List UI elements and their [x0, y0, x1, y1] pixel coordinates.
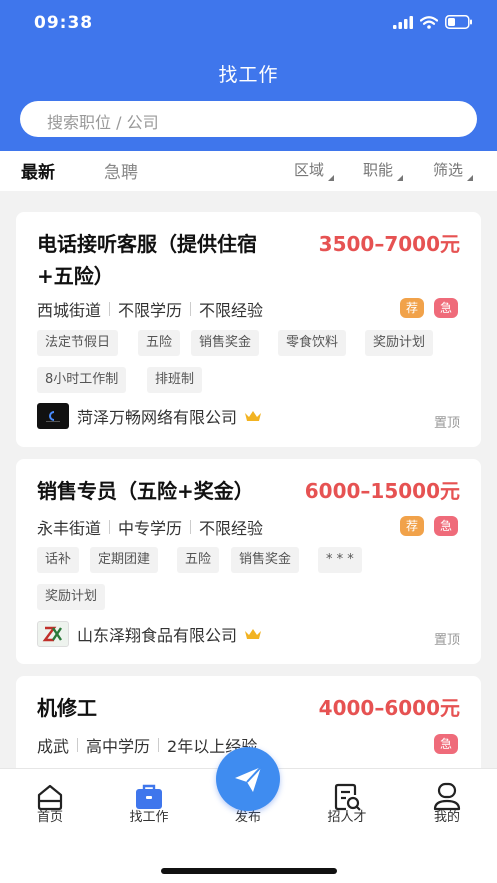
- dropdown-triangle-icon: [397, 175, 404, 181]
- job-salary: 6000–15000元: [304, 479, 460, 503]
- filter-function-label: 职能: [363, 161, 394, 179]
- job-tag: 法定节假日: [37, 330, 119, 356]
- job-experience: 不限经验: [199, 519, 264, 538]
- company-row[interactable]: 山东泽翔食品有限公司: [37, 621, 263, 647]
- company-name: 山东泽翔食品有限公司: [77, 626, 238, 645]
- nav-recruit-label: 招人才: [327, 810, 367, 825]
- company-name: 菏泽万畅网络有限公司: [77, 408, 238, 427]
- job-education: 不限学历: [118, 301, 183, 320]
- status-time: 09:38: [34, 13, 94, 33]
- nav-find-job-label: 找工作: [129, 810, 169, 825]
- job-tag: 奖励计划: [365, 330, 434, 356]
- job-tag: * * *: [318, 547, 362, 573]
- pinned-label: 置顶: [433, 416, 460, 431]
- filter-more-label: 筛选: [433, 161, 464, 179]
- urgent-badge: 急: [434, 298, 458, 318]
- job-tag: 定期团建: [90, 547, 159, 573]
- job-education: 高中学历: [86, 737, 151, 756]
- job-card[interactable]: 销售专员（五险+奖金） 6000–15000元 永丰街道 中专学历 不限经验 荐…: [16, 459, 481, 664]
- job-tag: 五险: [138, 330, 181, 356]
- status-icons: [393, 15, 473, 29]
- filter-more[interactable]: 筛选: [433, 159, 474, 181]
- app-header: 09:38 找工作 搜索职位 / 公司: [0, 0, 497, 151]
- job-tag: 零食饮料: [278, 330, 347, 356]
- pinned-label: 置顶: [433, 633, 460, 648]
- dropdown-triangle-icon: [328, 175, 335, 181]
- tab-urgent[interactable]: 急聘: [104, 158, 138, 183]
- job-location: 永丰街道: [37, 519, 102, 538]
- company-logo: [37, 403, 69, 429]
- nav-home-label: 首页: [36, 810, 63, 825]
- crown-icon: [245, 411, 262, 421]
- job-salary: 3500–7000元: [318, 232, 460, 256]
- job-tag: 销售奖金: [231, 547, 300, 573]
- filter-region[interactable]: 区域: [294, 159, 335, 181]
- job-title: 销售专员（五险+奖金）: [37, 479, 254, 503]
- home-indicator: [161, 868, 337, 874]
- urgent-badge: 急: [434, 516, 458, 536]
- tab-latest[interactable]: 最新: [21, 158, 55, 183]
- nav-mine-label: 我的: [433, 810, 460, 825]
- dropdown-triangle-icon: [467, 175, 474, 181]
- job-info: 永丰街道 中专学历 不限经验: [37, 515, 263, 539]
- paper-plane-icon: [235, 766, 262, 792]
- company-logo: [37, 621, 69, 647]
- job-title: 机修工: [37, 696, 97, 720]
- search-input[interactable]: 搜索职位 / 公司: [20, 101, 477, 137]
- job-experience: 不限经验: [199, 301, 264, 320]
- job-tag: 五险: [177, 547, 220, 573]
- job-info: 成武 高中学历 2年以上经验: [37, 733, 257, 757]
- wifi-icon: [420, 15, 438, 29]
- job-education: 中专学历: [118, 519, 183, 538]
- filter-region-label: 区域: [294, 161, 325, 179]
- job-tag: 排班制: [147, 367, 203, 393]
- job-title: 电话接听客服（提供住宿 +五险）: [37, 232, 257, 288]
- search-placeholder: 搜索职位 / 公司: [47, 113, 159, 132]
- recommend-badge: 荐: [400, 298, 424, 318]
- signal-icon: [393, 15, 413, 29]
- job-info: 西城街道 不限学历 不限经验: [37, 297, 263, 321]
- job-salary: 4000–6000元: [318, 696, 460, 720]
- job-tag: 销售奖金: [191, 330, 260, 356]
- filter-function[interactable]: 职能: [363, 159, 404, 181]
- tab-bar: 最新 急聘 区域 职能 筛选: [0, 151, 497, 191]
- battery-icon: [445, 15, 472, 29]
- status-bar: 09:38: [0, 0, 497, 48]
- urgent-badge: 急: [434, 734, 458, 754]
- page-title: 找工作: [218, 64, 279, 86]
- crown-icon: [245, 629, 262, 639]
- publish-button[interactable]: [216, 747, 280, 811]
- job-card[interactable]: 电话接听客服（提供住宿 +五险） 3500–7000元 西城街道 不限学历 不限…: [16, 212, 481, 447]
- job-location: 西城街道: [37, 301, 102, 320]
- job-tag: 8小时工作制: [37, 367, 127, 393]
- job-tag: 奖励计划: [37, 584, 106, 610]
- job-location: 成武: [37, 737, 70, 756]
- recommend-badge: 荐: [400, 516, 424, 536]
- job-tag: 话补: [37, 547, 80, 573]
- company-row[interactable]: 菏泽万畅网络有限公司: [37, 403, 263, 429]
